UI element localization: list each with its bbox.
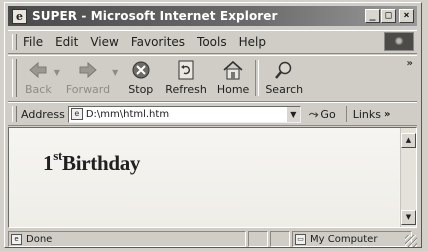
scroll-up-icon[interactable]: ▲ — [401, 133, 416, 148]
standard-toolbar: Back ▼ Forward ▼ Stop Refresh Home Searc… — [8, 55, 417, 102]
title-bar[interactable]: e SUPER - Microsoft Internet Explorer _ … — [8, 6, 417, 26]
window-title: SUPER - Microsoft Internet Explorer — [32, 9, 278, 23]
status-text: Done — [26, 233, 53, 245]
menu-view[interactable]: View — [90, 35, 118, 49]
search-label: Search — [265, 83, 304, 96]
menu-file[interactable]: File — [23, 35, 43, 49]
toolbar-more-icon[interactable]: » — [407, 58, 413, 69]
home-label: Home — [216, 83, 250, 96]
back-dropdown-icon[interactable]: ▼ — [54, 68, 60, 77]
computer-icon: ▭ — [295, 233, 306, 245]
vertical-scrollbar[interactable]: ▲ ▼ — [400, 128, 416, 227]
done-page-icon: e — [11, 233, 22, 245]
go-button[interactable]: ⤳ Go — [309, 107, 336, 122]
forward-arrow-icon — [78, 59, 98, 81]
forward-label: Forward — [65, 83, 111, 96]
scroll-down-icon[interactable]: ▼ — [401, 210, 416, 225]
toolbar-grip[interactable] — [12, 59, 17, 97]
ie-logo-icon: e — [12, 8, 27, 24]
go-arrow-icon: ⤳ — [308, 106, 319, 121]
page-heading: 1stBirthday — [43, 148, 140, 176]
browser-window: e SUPER - Microsoft Internet Explorer _ … — [4, 2, 422, 248]
stop-button[interactable]: Stop — [128, 59, 153, 96]
refresh-label: Refresh — [165, 83, 207, 96]
windows-logo-icon — [384, 32, 414, 51]
forward-dropdown-icon[interactable]: ▼ — [112, 68, 118, 77]
toolbar-separator — [255, 60, 260, 96]
address-bar: Address e D:\mm\html.htm ▼ ⤳ Go Links » — [8, 102, 417, 126]
resize-grip-icon[interactable] — [405, 235, 417, 247]
home-button[interactable]: Home — [217, 59, 249, 96]
refresh-icon — [177, 59, 195, 81]
stop-icon — [131, 59, 151, 81]
address-grip[interactable] — [12, 106, 17, 122]
heading-number: 1 — [43, 151, 54, 175]
status-pane-empty-2 — [270, 231, 290, 247]
address-value: D:\mm\html.htm — [85, 108, 170, 120]
address-input[interactable]: e D:\mm\html.htm ▼ — [67, 105, 301, 123]
address-label: Address — [21, 107, 65, 121]
go-label: Go — [320, 107, 336, 121]
links-button[interactable]: Links » — [345, 106, 391, 122]
back-button[interactable]: Back — [25, 59, 52, 96]
minimize-button[interactable]: _ — [365, 9, 380, 23]
home-icon — [222, 59, 244, 81]
menu-bar: File Edit View Favorites Tools Help — [8, 30, 417, 54]
back-arrow-icon — [28, 59, 48, 81]
links-label: Links — [352, 107, 381, 121]
status-message: e Done — [8, 231, 246, 247]
maximize-button[interactable]: □ — [381, 9, 396, 23]
heading-text: Birthday — [62, 151, 141, 175]
menu-favorites[interactable]: Favorites — [131, 35, 185, 49]
window-controls: _ □ × — [364, 9, 414, 23]
heading-ordinal: st — [53, 148, 62, 163]
menu-edit[interactable]: Edit — [55, 35, 78, 49]
menu-help[interactable]: Help — [239, 35, 266, 49]
links-more-icon: » — [383, 108, 391, 120]
document-body: 1stBirthday — [9, 128, 399, 227]
status-bar: e Done ▭ My Computer — [8, 231, 417, 247]
address-dropdown-icon[interactable]: ▼ — [285, 106, 300, 122]
menu-grip[interactable] — [12, 34, 17, 50]
page-viewport: 1stBirthday ▲ ▼ — [8, 127, 417, 228]
back-label: Back — [25, 83, 52, 96]
close-button[interactable]: × — [399, 9, 414, 23]
search-icon — [273, 59, 295, 81]
stop-label: Stop — [128, 83, 154, 96]
refresh-button[interactable]: Refresh — [165, 59, 207, 96]
security-zone: ▭ My Computer — [292, 231, 412, 247]
search-button[interactable]: Search — [265, 59, 303, 96]
menu-tools[interactable]: Tools — [197, 35, 227, 49]
zone-label: My Computer — [310, 233, 378, 245]
forward-button[interactable]: Forward — [66, 59, 110, 96]
page-icon: e — [70, 108, 83, 120]
status-pane-empty-1 — [248, 231, 268, 247]
